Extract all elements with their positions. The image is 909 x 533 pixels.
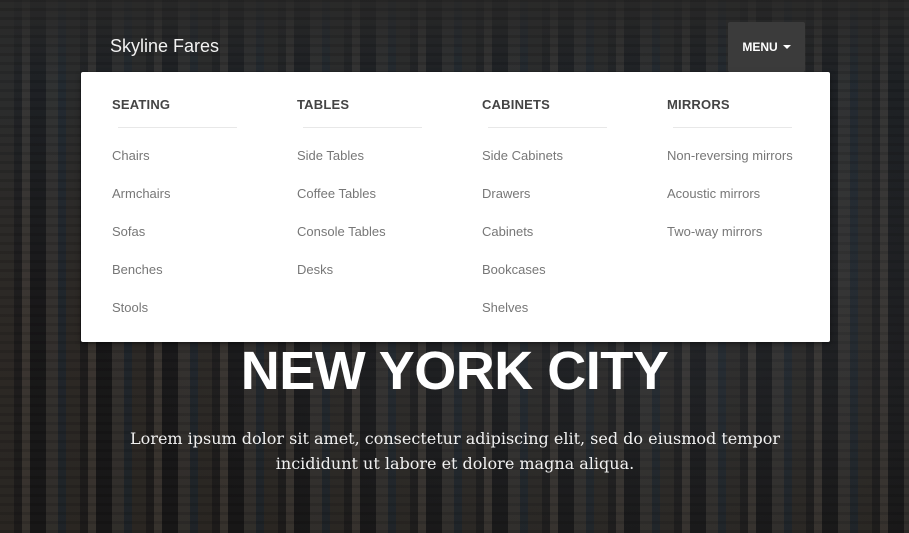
column-heading: SEATING [112,97,171,112]
menu-item[interactable]: Bookcases [482,262,563,300]
menu-item[interactable]: Benches [112,262,171,300]
menu-item[interactable]: Cabinets [482,224,563,262]
menu-button[interactable]: MENU [728,22,805,72]
menu-item[interactable]: Console Tables [297,224,386,262]
hero-title: NEW YORK CITY [240,341,669,401]
divider [673,127,792,128]
brand-logo[interactable]: Skyline Fares [110,36,219,57]
menu-list: Side Tables Coffee Tables Console Tables De… [297,148,386,300]
menu-item[interactable]: Side Tables [297,148,386,186]
menu-item[interactable]: Acoustic mirrors [667,186,793,224]
hero-text: Lorem ipsum dolor sit amet, consectetur … [130,429,780,473]
menu-label: MENU [742,40,778,54]
column-heading: TABLES [297,97,350,112]
menu-item[interactable]: Drawers [482,186,563,224]
mega-menu-dropdown: SEATING Chairs Armchairs Sofas Benches Stools… [81,72,830,342]
divider [118,127,237,128]
menu-item[interactable]: Desks [297,262,386,300]
caret-down-icon [782,45,791,49]
menu-item[interactable]: Side Cabinets [482,148,563,186]
menu-item[interactable]: Sofas [112,224,171,262]
menu-item[interactable]: Armchairs [112,186,171,224]
divider [488,127,607,128]
menu-item[interactable]: Coffee Tables [297,186,386,224]
column-heading: CABINETS [482,97,551,112]
menu-list: Side Cabinets Drawers Cabinets Bookcases She… [482,148,563,338]
menu-item[interactable]: Non-reversing mirrors [667,148,793,186]
menu-item[interactable]: Shelves [482,300,563,338]
menu-item[interactable]: Chairs [112,148,171,186]
divider [303,127,422,128]
menu-item[interactable]: Stools [112,300,171,338]
menu-list: Chairs Armchairs Sofas Benches Stools [112,148,171,338]
menu-list: Non-reversing mirrors Acoustic mirrors Two… [667,148,793,262]
menu-item[interactable]: Two-way mirrors [667,224,793,262]
column-heading: MIRRORS [667,97,730,112]
